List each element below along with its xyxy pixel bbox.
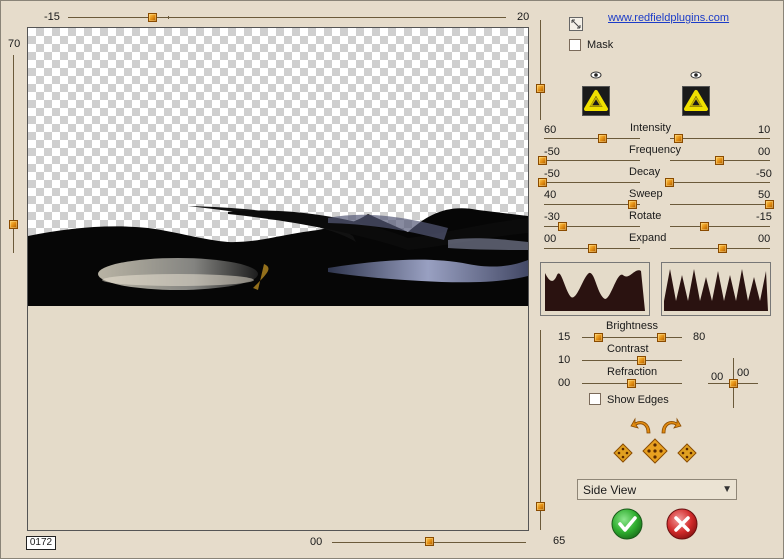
checkmark-icon [611,508,643,540]
show-edges-label: Show Edges [607,394,669,406]
contrast-slider-handle[interactable] [637,356,646,365]
refraction-value: 00 [558,377,571,389]
close-icon [666,508,698,540]
decay-slider-b-handle[interactable] [665,178,674,187]
intensity-right-value: 10 [758,124,771,136]
frequency-slider-a-track[interactable] [544,160,640,161]
right-top-slider-track[interactable] [540,20,541,120]
frequency-slider-a-handle[interactable] [538,156,547,165]
top-slider-tick [168,16,169,19]
eye-icon[interactable] [690,70,702,79]
bottom-slider-label: 00 [310,536,323,548]
intensity-label: Intensity [630,122,671,134]
view-select-value: Side View [583,483,637,497]
top-slider-min-label: -15 [44,11,60,23]
rotate-right-value: -15 [756,211,772,223]
sweep-slider-b-track[interactable] [670,204,770,205]
decay-slider-b-track[interactable] [670,182,770,183]
waveform-preview-b [661,262,771,316]
right-bottom-slider-handle[interactable] [536,502,545,511]
sweep-slider-a-track[interactable] [544,204,640,205]
right-bottom-slider-track[interactable] [540,330,541,530]
left-slider-label: 70 [8,38,21,50]
light-source-a-button[interactable] [582,86,610,116]
crosshair-x-value: 00 [711,371,724,383]
expand-slider-b-handle[interactable] [718,244,727,253]
cancel-button[interactable] [666,508,698,540]
contrast-label: Contrast [607,343,649,355]
preview-canvas[interactable] [27,27,529,531]
contrast-value: 10 [558,354,571,366]
intensity-slider-a-track[interactable] [544,138,640,139]
dice-small-left-icon[interactable] [613,443,633,463]
rotate-slider-a-handle[interactable] [558,222,567,231]
expand-left-value: 00 [544,233,557,245]
brightness-slider-high-handle[interactable] [657,333,666,342]
rotate-slider-b-track[interactable] [670,226,770,227]
frequency-slider-b-handle[interactable] [715,156,724,165]
contrast-slider-track[interactable] [582,360,682,361]
intensity-slider-a-handle[interactable] [598,134,607,143]
sweep-label: Sweep [629,188,663,200]
expand-slider-a-handle[interactable] [588,244,597,253]
rotate-label: Rotate [629,210,662,222]
right-top-slider-handle[interactable] [536,84,545,93]
intensity-slider-b-handle[interactable] [674,134,683,143]
mask-checkbox[interactable] [569,39,581,51]
intensity-slider-b-track[interactable] [670,138,770,139]
intensity-left-value: 60 [544,124,557,136]
frequency-right-value: 00 [758,146,771,158]
expand-icon[interactable] [569,17,583,31]
decay-slider-a-handle[interactable] [538,178,547,187]
sweep-left-value: 40 [544,189,557,201]
ok-button[interactable] [611,508,643,540]
crosshair-pad-handle[interactable] [729,379,738,388]
brightness-slider-low-handle[interactable] [594,333,603,342]
refraction-label: Refraction [607,366,658,378]
sweep-slider-b-handle[interactable] [765,200,774,209]
eye-icon[interactable] [590,70,602,79]
top-slider-max-label: 20 [517,11,530,23]
preview-image [28,28,528,306]
brightness-label: Brightness [606,320,658,332]
brightness-left-value: 15 [558,331,571,343]
top-slider-handle[interactable] [148,13,157,22]
decay-slider-a-track[interactable] [544,182,640,183]
expand-label: Expand [629,232,667,244]
brightness-right-value: 80 [693,331,706,343]
right-slider-label: 65 [553,535,566,547]
chevron-down-icon: ▼ [722,484,732,495]
sweep-slider-a-handle[interactable] [628,200,637,209]
rotate-left-arrow-icon[interactable] [630,417,652,435]
rotate-slider-b-handle[interactable] [700,222,709,231]
frequency-label: Frequency [629,144,681,156]
dice-large-center-icon[interactable] [642,438,668,464]
dice-small-right-icon[interactable] [677,443,697,463]
left-slider-handle[interactable] [9,220,18,229]
view-select[interactable]: Side View ▼ [577,479,737,500]
website-link[interactable]: www.redfieldplugins.com [608,12,729,24]
show-edges-checkbox[interactable] [589,393,601,405]
top-slider-track[interactable] [68,17,506,18]
refraction-slider-handle[interactable] [627,379,636,388]
waveform-preview-a [540,262,650,316]
rotate-right-arrow-icon[interactable] [660,417,682,435]
mask-label: Mask [587,39,614,51]
decay-right-value: -50 [756,168,772,180]
rendered-effect-graphic [28,206,528,306]
frame-counter: 0172 [26,536,56,550]
expand-right-value: 00 [758,233,771,245]
bottom-slider-handle[interactable] [425,537,434,546]
crosshair-y-value: 00 [737,367,750,379]
light-source-b-button[interactable] [682,86,710,116]
decay-label: Decay [629,166,661,178]
